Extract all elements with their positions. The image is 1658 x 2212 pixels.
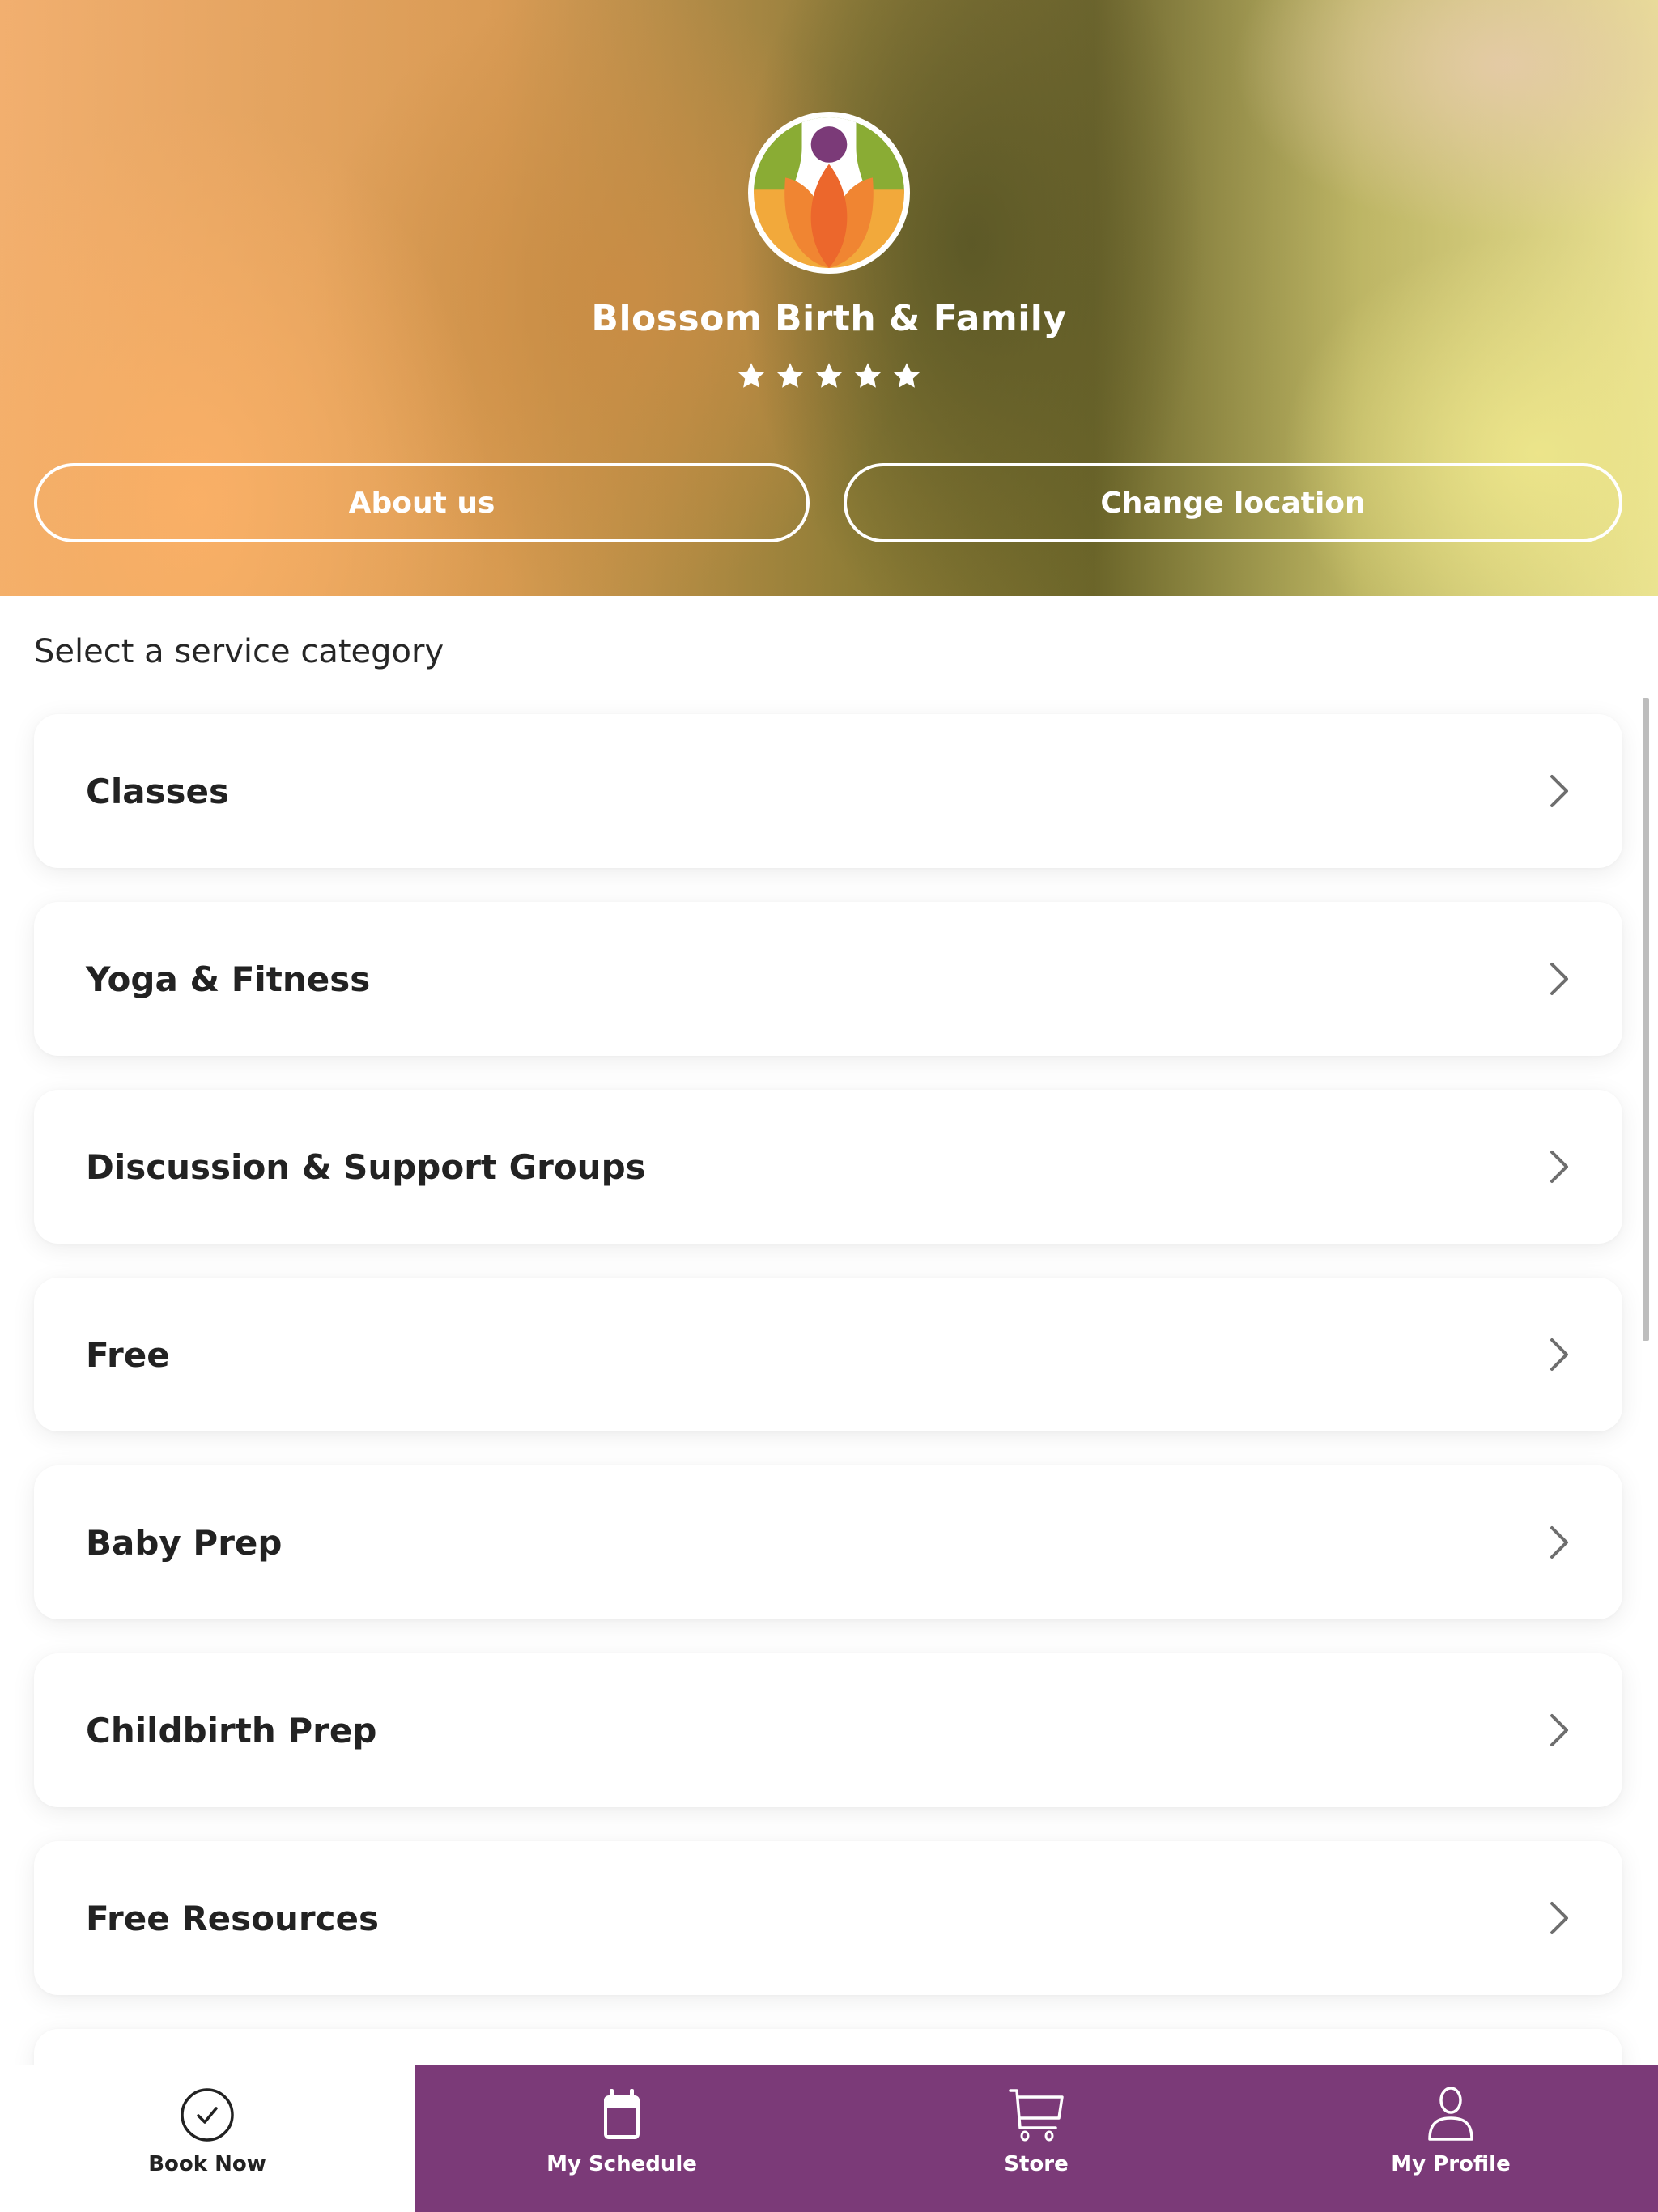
tab-label: My Schedule — [546, 2152, 697, 2176]
chevron-right-icon — [1550, 1526, 1568, 1559]
star-icon — [815, 363, 843, 388]
cart-icon — [1009, 2089, 1064, 2142]
category-card-yoga-fitness[interactable]: Yoga & Fitness — [34, 902, 1622, 1056]
category-card-free[interactable]: Free — [34, 1278, 1622, 1431]
category-card-classes[interactable]: Classes — [34, 714, 1622, 868]
category-card-baby-prep[interactable]: Baby Prep — [34, 1465, 1622, 1619]
category-label: Baby Prep — [86, 1522, 283, 1563]
chevron-right-icon — [1550, 1151, 1568, 1183]
rating-stars — [0, 361, 1658, 390]
app-screen: Blossom Birth & Family About us Change l… — [0, 0, 1658, 2212]
category-card-discussion-support[interactable]: Discussion & Support Groups — [34, 1090, 1622, 1244]
section-title: Select a service category — [34, 633, 444, 670]
category-label: Classes — [86, 771, 230, 811]
tab-label: My Profile — [1391, 2152, 1511, 2176]
category-card-free-resources[interactable]: Free Resources — [34, 1841, 1622, 1995]
business-logo — [748, 112, 910, 274]
tab-store[interactable]: Store — [829, 2065, 1244, 2212]
tab-label: Store — [1004, 2152, 1069, 2176]
chevron-right-icon — [1550, 1338, 1568, 1371]
business-name: Blossom Birth & Family — [591, 298, 1067, 339]
category-label: Discussion & Support Groups — [86, 1146, 646, 1187]
star-icon — [776, 363, 804, 388]
category-card-childbirth-prep[interactable]: Childbirth Prep — [34, 1653, 1622, 1807]
category-label: Free Resources — [86, 1898, 379, 1938]
about-us-button[interactable]: About us — [34, 463, 810, 542]
hero-header: Blossom Birth & Family About us Change l… — [0, 0, 1658, 596]
category-label: Free — [86, 1334, 170, 1375]
tab-my-schedule[interactable]: My Schedule — [414, 2065, 829, 2212]
category-label: Childbirth Prep — [86, 1710, 377, 1750]
star-icon — [738, 363, 765, 388]
chevron-right-icon — [1550, 1902, 1568, 1934]
lotus-logo-icon — [754, 117, 904, 268]
chevron-right-icon — [1550, 1714, 1568, 1746]
star-icon — [854, 363, 882, 388]
calendar-icon — [604, 2089, 640, 2139]
user-icon — [1428, 2087, 1473, 2141]
bottom-tab-bar: Book Now My Schedule Store My Profile — [0, 2065, 1658, 2212]
tab-my-profile[interactable]: My Profile — [1244, 2065, 1658, 2212]
list-scrollbar[interactable] — [1643, 698, 1649, 1341]
tab-book-now[interactable]: Book Now — [0, 2065, 414, 2212]
tab-label: Book Now — [148, 2152, 266, 2176]
category-label: Yoga & Fitness — [86, 959, 371, 999]
change-location-button[interactable]: Change location — [844, 463, 1622, 542]
chevron-right-icon — [1550, 775, 1568, 807]
star-icon — [893, 363, 920, 388]
check-circle-icon — [181, 2088, 234, 2142]
chevron-right-icon — [1550, 963, 1568, 995]
category-list: Classes Yoga & Fitness Discussion & Supp… — [34, 714, 1622, 2212]
